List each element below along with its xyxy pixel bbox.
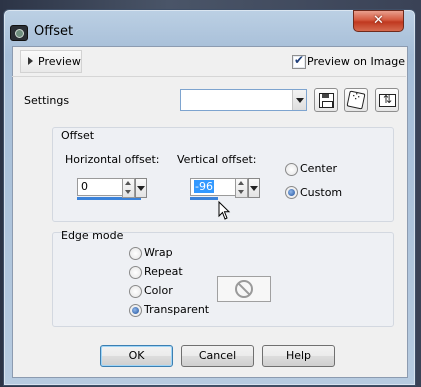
- header-divider: [12, 76, 406, 77]
- chevron-down-icon: [250, 186, 258, 191]
- wrap-radio-label: Wrap: [144, 246, 173, 259]
- window-title: Offset: [34, 24, 74, 39]
- settings-label: Settings: [24, 94, 70, 107]
- vertical-offset-menu-button[interactable]: [248, 178, 260, 198]
- spin-up-icon: [238, 181, 244, 185]
- repeat-radio-label: Repeat: [144, 265, 183, 278]
- color-radio[interactable]: [129, 285, 142, 298]
- save-preset-button[interactable]: [314, 88, 338, 112]
- preview-label: Preview: [38, 55, 81, 68]
- spin-down-icon: [125, 190, 131, 194]
- vertical-offset-value: -96: [194, 180, 214, 193]
- spin-down-icon: [238, 190, 244, 194]
- vertical-offset-label: Vertical offset:: [177, 153, 257, 166]
- preview-toggle-button[interactable]: Preview: [20, 50, 82, 73]
- reset-defaults-icon: [379, 93, 396, 107]
- custom-radio[interactable]: [285, 186, 298, 199]
- color-radio-label: Color: [144, 284, 173, 297]
- repeat-radio[interactable]: [129, 266, 142, 279]
- help-button[interactable]: Help: [262, 345, 335, 367]
- transparent-radio-label: Transparent: [144, 303, 210, 316]
- chevron-down-icon: [296, 98, 304, 103]
- edge-color-swatch[interactable]: [217, 276, 271, 302]
- ok-button[interactable]: OK: [100, 345, 173, 367]
- horizontal-offset-spinner[interactable]: [122, 178, 135, 198]
- randomize-button[interactable]: [344, 88, 368, 112]
- preview-on-image-label: Preview on Image: [307, 55, 405, 68]
- offset-group-title: Offset: [61, 129, 95, 142]
- disabled-circle-icon: [235, 280, 253, 298]
- custom-radio-label: Custom: [300, 186, 343, 199]
- save-preset-icon: [319, 93, 334, 108]
- randomize-dice-icon: [346, 90, 366, 110]
- wrap-radio[interactable]: [129, 247, 142, 260]
- vertical-offset-slider[interactable]: [190, 197, 218, 200]
- spin-up-icon: [125, 181, 131, 185]
- center-radio-label: Center: [300, 162, 338, 175]
- close-button[interactable]: ✕: [353, 10, 404, 32]
- cancel-button[interactable]: Cancel: [181, 345, 254, 367]
- center-radio[interactable]: [285, 163, 298, 176]
- settings-preset-combo[interactable]: [180, 89, 307, 111]
- vertical-offset-input[interactable]: -96: [190, 178, 239, 196]
- edge-mode-group-title: Edge mode: [61, 229, 124, 242]
- expand-arrow-icon: [28, 57, 33, 65]
- vertical-offset-spinner[interactable]: [235, 178, 248, 198]
- preview-on-image-checkbox[interactable]: ✔: [292, 53, 306, 69]
- horizontal-offset-menu-button[interactable]: [135, 178, 147, 198]
- app-icon: [10, 25, 28, 41]
- combo-dropdown-button[interactable]: [292, 90, 306, 110]
- checkmark-icon: ✔: [293, 53, 305, 67]
- chevron-down-icon: [137, 186, 145, 191]
- transparent-radio[interactable]: [129, 304, 142, 317]
- mouse-cursor-icon: [218, 201, 231, 220]
- horizontal-offset-label: Horizontal offset:: [65, 153, 160, 166]
- reset-defaults-button[interactable]: [375, 88, 399, 112]
- horizontal-offset-input[interactable]: 0: [77, 178, 126, 196]
